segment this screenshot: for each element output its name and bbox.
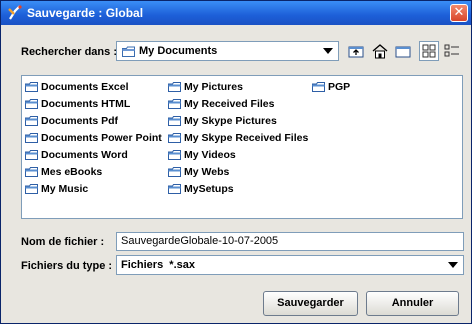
look-in-label: Rechercher dans :	[21, 46, 117, 58]
file-list-item-label: My Webs	[184, 166, 230, 178]
file-list-item-label: My Videos	[184, 149, 236, 161]
folder-icon	[25, 167, 38, 177]
save-button[interactable]: Sauvegarder	[263, 291, 358, 316]
list-view-icon	[422, 44, 436, 58]
folder-icon	[168, 82, 181, 92]
up-folder-icon	[348, 46, 364, 58]
details-view-button[interactable]	[442, 41, 462, 61]
file-list-item-label: Documents Pdf	[41, 115, 119, 127]
folder-icon	[25, 116, 38, 126]
close-button[interactable]: ✕	[450, 4, 468, 22]
look-in-combo[interactable]: My Documents	[116, 41, 339, 61]
file-list-item-label: Documents HTML	[41, 98, 131, 110]
dropdown-arrow-icon	[323, 48, 333, 54]
file-list-item-label: My Skype Received Files	[184, 132, 309, 144]
new-folder-button[interactable]	[393, 41, 413, 61]
java-logo-icon	[8, 5, 22, 20]
cancel-button[interactable]: Annuler	[366, 291, 459, 316]
window-title: Sauvegarde : Global	[27, 6, 144, 20]
folder-icon	[168, 116, 181, 126]
file-list-item-label: My Received Files	[184, 98, 275, 110]
file-list-item-label: My Pictures	[184, 81, 243, 93]
home-button[interactable]	[370, 41, 390, 61]
folder-icon	[168, 150, 181, 160]
folder-icon	[122, 46, 135, 57]
file-type-value: Fichiers *.sax	[121, 259, 195, 271]
list-view-button[interactable]	[419, 41, 439, 61]
save-dialog: Sauvegarde : Global ✕ Rechercher dans : …	[0, 0, 472, 324]
folder-icon	[25, 184, 38, 194]
file-list-item-label: PGP	[328, 81, 351, 93]
file-list-item-label: My Skype Pictures	[184, 115, 277, 127]
file-list-item-label: Documents Power Point	[41, 132, 162, 144]
home-icon	[372, 44, 388, 59]
new-folder-icon	[395, 46, 411, 58]
file-type-combo[interactable]: Fichiers *.sax	[116, 255, 464, 275]
folder-icon	[168, 133, 181, 143]
file-list[interactable]: Documents Excel Documents HTML Documents P…	[21, 75, 463, 219]
folder-icon	[25, 99, 38, 109]
file-list-item-label: Documents Excel	[41, 81, 129, 93]
file-name-value: SauvegardeGlobale-10-07-2005	[121, 235, 279, 247]
folder-icon	[168, 167, 181, 177]
file-name-label: Nom de fichier :	[21, 236, 105, 248]
save-button-label: Sauvegarder	[277, 297, 344, 309]
folder-icon	[168, 184, 181, 194]
file-list-item-label: Mes eBooks	[41, 166, 103, 178]
file-name-input[interactable]: SauvegardeGlobale-10-07-2005	[116, 232, 464, 251]
cancel-button-label: Annuler	[391, 297, 434, 309]
file-type-label: Fichiers du type :	[21, 260, 113, 272]
title-bar[interactable]: Sauvegarde : Global ✕	[1, 1, 471, 25]
folder-icon	[25, 133, 38, 143]
file-list-item-label: MySetups	[184, 183, 234, 195]
up-folder-button[interactable]	[346, 41, 366, 61]
close-icon: ✕	[453, 5, 465, 20]
folder-icon	[25, 150, 38, 160]
folder-icon	[25, 82, 38, 92]
file-list-item-label: My Music	[41, 183, 89, 195]
folder-icon	[168, 99, 181, 109]
details-view-icon	[444, 44, 459, 57]
look-in-value: My Documents	[139, 45, 218, 57]
file-list-item-label: Documents Word	[41, 149, 128, 161]
dropdown-arrow-icon	[448, 262, 458, 268]
folder-icon	[312, 82, 325, 92]
